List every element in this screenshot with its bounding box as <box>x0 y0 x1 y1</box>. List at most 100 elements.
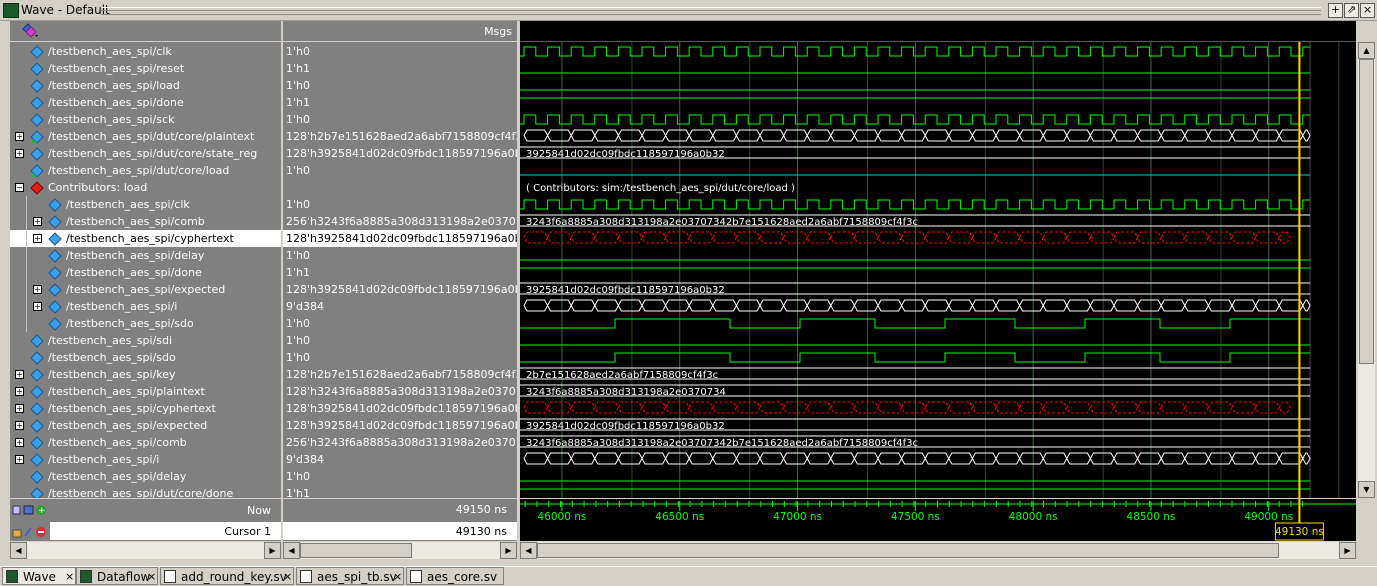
waveform-area[interactable]: 3925841d02dc09fbdc118597196a0b32 ( Contri… <box>520 42 1356 498</box>
tab-aes-core-sv[interactable]: aes_core.sv <box>406 567 504 585</box>
signal-row[interactable]: + /testbench_aes_spi/i <box>10 298 281 315</box>
signal-row[interactable]: + /testbench_aes_spi/plaintext <box>10 383 281 400</box>
signal-row[interactable]: − Contributors: load <box>10 179 281 196</box>
expand-icon[interactable]: + <box>33 302 42 311</box>
signal-value[interactable]: 128'h3925841d02dc09fbdc118597196a0b32 <box>283 145 517 162</box>
signal-row[interactable]: /testbench_aes_spi/delay <box>10 468 281 485</box>
expand-icon[interactable]: + <box>15 404 24 413</box>
signal-row[interactable]: /testbench_aes_spi/sdo <box>10 349 281 366</box>
wave-scroll-left-icon[interactable]: ◀ <box>520 542 537 559</box>
signal-value[interactable]: 128'h3925841d02dc09fbdc118597196a0b32 <box>283 230 517 247</box>
titlebar-grip[interactable] <box>101 7 1321 15</box>
scroll-down-icon[interactable]: ▼ <box>1358 481 1375 498</box>
signal-value[interactable]: 1'h0 <box>283 247 517 264</box>
signal-row[interactable]: /testbench_aes_spi/sck <box>10 111 281 128</box>
names-scroll-right-icon[interactable]: ▶ <box>264 542 281 559</box>
signal-row[interactable]: /testbench_aes_spi/dut/core/done <box>10 485 281 498</box>
signal-row[interactable]: /testbench_aes_spi/sdi <box>10 332 281 349</box>
signal-row[interactable]: /testbench_aes_spi/done <box>10 264 281 281</box>
format-icon[interactable] <box>22 23 38 39</box>
signal-value[interactable]: 1'h1 <box>283 60 517 77</box>
tab-close-icon[interactable]: × <box>283 568 292 586</box>
expand-icon[interactable]: + <box>15 387 24 396</box>
signal-row[interactable]: /testbench_aes_spi/dut/core/load <box>10 162 281 179</box>
tab-close-icon[interactable]: × <box>393 568 402 586</box>
signal-row[interactable]: + /testbench_aes_spi/dut/core/plaintext <box>10 128 281 145</box>
close-icon[interactable]: × <box>1360 3 1375 18</box>
signal-value[interactable]: 256'h3243f6a8885a308d313198a2e0370734... <box>283 434 517 451</box>
cursor-toolbar-icons[interactable] <box>12 525 48 539</box>
signal-row[interactable]: /testbench_aes_spi/delay <box>10 247 281 264</box>
expand-icon[interactable]: + <box>33 234 42 243</box>
tab-close-icon[interactable]: × <box>147 568 156 586</box>
now-toolbar-icons[interactable]: + <box>12 503 48 517</box>
signal-value[interactable] <box>283 179 517 196</box>
cursor-value-box[interactable]: 49130 ns <box>283 522 517 540</box>
signal-value[interactable]: 1'h1 <box>283 94 517 111</box>
signal-value[interactable]: 128'h3925841d02dc09fbdc118597196a0b32 <box>283 281 517 298</box>
signal-row[interactable]: + /testbench_aes_spi/cyphertext <box>10 230 281 247</box>
vertical-scroll-thumb[interactable] <box>1359 59 1374 364</box>
signal-value[interactable]: 9'd384 <box>283 298 517 315</box>
expand-icon[interactable]: + <box>33 285 42 294</box>
signal-value[interactable]: 1'h0 <box>283 111 517 128</box>
signal-row[interactable]: + /testbench_aes_spi/expected <box>10 281 281 298</box>
signal-value[interactable]: 128'h3925841d02dc09fbdc118597196a0b32 <box>283 417 517 434</box>
signal-row[interactable]: /testbench_aes_spi/clk <box>10 196 281 213</box>
expand-icon[interactable]: + <box>15 438 24 447</box>
tab-close-icon[interactable]: × <box>65 568 74 586</box>
signal-value[interactable]: 1'h0 <box>283 332 517 349</box>
signal-value[interactable]: 128'h3925841d02dc09fbdc118597196a0b32 <box>283 400 517 417</box>
expand-icon[interactable]: + <box>15 132 24 141</box>
signal-value[interactable]: 1'h0 <box>283 196 517 213</box>
signal-row[interactable]: /testbench_aes_spi/sdo <box>10 315 281 332</box>
wave-scroll-thumb[interactable] <box>537 543 1279 558</box>
signal-value[interactable]: 256'h3243f6a8885a308d313198a2e0370734... <box>283 213 517 230</box>
signal-value[interactable]: 1'h1 <box>283 264 517 281</box>
values-scroll-right-icon[interactable]: ▶ <box>500 542 517 559</box>
names-scroll-left-icon[interactable]: ◀ <box>10 542 27 559</box>
expand-icon[interactable]: + <box>15 421 24 430</box>
values-scroll-thumb[interactable] <box>300 543 412 558</box>
wave-scroll-right-icon[interactable]: ▶ <box>1339 542 1356 559</box>
signal-row[interactable]: + /testbench_aes_spi/comb <box>10 213 281 230</box>
signal-row[interactable]: + /testbench_aes_spi/dut/core/state_reg <box>10 145 281 162</box>
signal-row[interactable]: /testbench_aes_spi/clk <box>10 43 281 60</box>
signal-row[interactable]: /testbench_aes_spi/load <box>10 77 281 94</box>
tab-add-round-key-sv[interactable]: add_round_key.sv × <box>160 567 294 585</box>
values-horizontal-scrollbar[interactable]: ◀ ▶ <box>283 542 517 559</box>
tab-dataflow[interactable]: Dataflow × <box>76 567 158 585</box>
expand-icon[interactable]: + <box>33 217 42 226</box>
signal-value[interactable]: 128'h2b7e151628aed2a6abf7158809cf4f3c <box>283 366 517 383</box>
signal-value[interactable]: 1'h1 <box>283 485 517 498</box>
signal-row[interactable]: + /testbench_aes_spi/comb <box>10 434 281 451</box>
expand-icon[interactable]: + <box>15 370 24 379</box>
signal-row[interactable]: + /testbench_aes_spi/cyphertext <box>10 400 281 417</box>
signal-row[interactable]: /testbench_aes_spi/reset <box>10 60 281 77</box>
cursor-name-box[interactable]: Cursor 1 <box>50 522 281 540</box>
signal-row[interactable]: + /testbench_aes_spi/i <box>10 451 281 468</box>
signal-value[interactable]: 128'h2b7e151628aed2a6abf7158809cf4f3c <box>283 128 517 145</box>
signal-value[interactable]: 1'h0 <box>283 162 517 179</box>
signal-value[interactable]: 1'h0 <box>283 43 517 60</box>
expand-icon[interactable]: + <box>15 455 24 464</box>
expand-icon[interactable]: + <box>15 149 24 158</box>
signal-value[interactable]: 1'h0 <box>283 315 517 332</box>
wave-horizontal-scrollbar[interactable]: ◀ ▶ <box>520 542 1356 559</box>
vertical-scrollbar[interactable]: ▲ ▼ <box>1358 42 1375 498</box>
tab-aes-spi-tb-sv[interactable]: aes_spi_tb.sv × <box>296 567 404 585</box>
tab-wave[interactable]: Wave × <box>2 567 76 585</box>
signal-value[interactable]: 128'h3243f6a8885a308d313198a2e0370734 <box>283 383 517 400</box>
maximize-icon[interactable]: + <box>1328 3 1343 18</box>
collapse-icon[interactable]: − <box>15 183 24 192</box>
waveform-canvas[interactable]: 3925841d02dc09fbdc118597196a0b32 ( Contri… <box>520 42 1356 498</box>
signal-row[interactable]: /testbench_aes_spi/done <box>10 94 281 111</box>
signal-value[interactable]: 9'd384 <box>283 451 517 468</box>
signal-row[interactable]: + /testbench_aes_spi/expected <box>10 417 281 434</box>
names-horizontal-scrollbar[interactable]: ◀ ▶ <box>10 542 281 559</box>
signal-value[interactable]: 1'h0 <box>283 77 517 94</box>
signal-row[interactable]: + /testbench_aes_spi/key <box>10 366 281 383</box>
values-scroll-left-icon[interactable]: ◀ <box>283 542 300 559</box>
signal-value[interactable]: 1'h0 <box>283 468 517 485</box>
scroll-up-icon[interactable]: ▲ <box>1358 42 1375 59</box>
